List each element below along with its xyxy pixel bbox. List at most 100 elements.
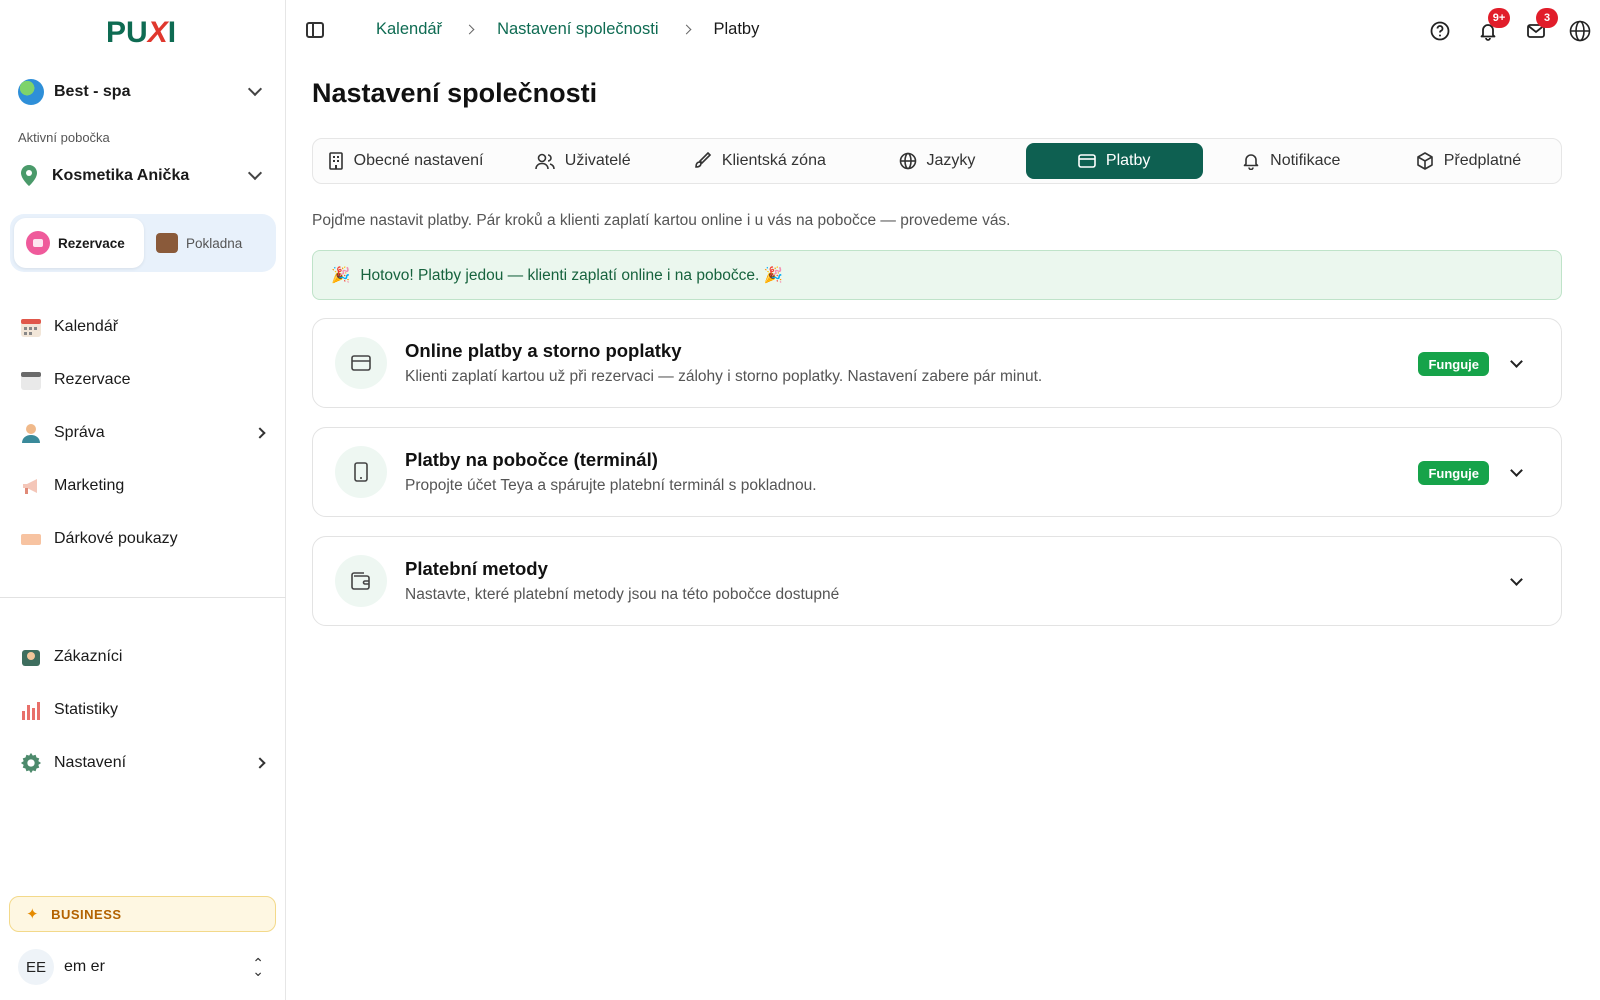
breadcrumb-current: Platby [713, 20, 760, 38]
topbar: Kalendář Nastavení společnosti Platby 9+… [286, 0, 1600, 62]
chevron-down-icon[interactable] [1510, 355, 1523, 368]
breadcrumb: Kalendář Nastavení společnosti Platby [376, 20, 759, 39]
building-icon [328, 152, 343, 170]
card-platebni-metody[interactable]: Platební metody Nastavte, které platební… [312, 536, 1562, 626]
settings-tabs: Obecné nastavení Uživatelé Klientská zón… [312, 138, 1562, 184]
branch-label: Aktivní pobočka [18, 130, 110, 145]
user-name: em er [64, 958, 105, 975]
nav-label: Statistiky [54, 700, 119, 718]
reservation-mode-icon [26, 231, 50, 255]
chevron-up-down-icon: ⌃ ⌄ [252, 955, 264, 979]
nav-label: Nastavení [54, 753, 127, 771]
card-text: Platby na pobočce (terminál) Propojte úč… [405, 449, 817, 495]
party-popper-icon: 🎉 [331, 266, 351, 284]
puxi-logo[interactable]: PUXI [106, 16, 176, 50]
sidebar-divider [0, 597, 286, 598]
tab-platby[interactable]: Platby [1025, 143, 1203, 179]
nav-item-rezervace[interactable]: Rezervace [0, 353, 286, 406]
chevron-down-icon[interactable] [1510, 573, 1523, 586]
calendar-icon [21, 318, 41, 337]
sidebar-toggle-icon[interactable] [306, 22, 324, 38]
stats-icon [22, 701, 40, 720]
notifications-button[interactable]: 9+ [1464, 8, 1512, 46]
branch-name: Kosmetika Anička [52, 167, 190, 184]
nav-label: Kalendář [54, 317, 119, 335]
mode-label: Pokladna [186, 235, 243, 251]
customers-icon [22, 649, 40, 666]
mode-switch: Rezervace Pokladna [10, 214, 276, 272]
nav-item-nastaveni[interactable]: Nastavení [0, 736, 286, 789]
success-text: Hotovo! Platby jedou — klienti zaplatí o… [360, 266, 783, 284]
notifications-badge: 9+ [1488, 8, 1510, 28]
users-icon [534, 153, 555, 170]
success-banner: 🎉 Hotovo! Platby jedou — klienti zaplatí… [312, 250, 1562, 300]
language-button[interactable] [1560, 16, 1600, 46]
tab-jazyky[interactable]: Jazyky [848, 143, 1025, 179]
globe-icon [899, 152, 916, 170]
wallet-mode-icon [156, 233, 178, 253]
nav-label: Zákazníci [54, 647, 123, 665]
card-text: Online platby a storno poplatky Klienti … [405, 340, 1042, 386]
chevron-right-icon [681, 24, 691, 35]
nav-item-zakaznici[interactable]: Zákazníci [0, 630, 286, 683]
card-online-platby[interactable]: Online platby a storno poplatky Klienti … [312, 318, 1562, 408]
nav-label: Rezervace [54, 370, 131, 388]
breadcrumb-link[interactable]: Nastavení společnosti [497, 20, 658, 39]
card-description: Propojte účet Teya a spárujte platební t… [405, 477, 817, 494]
page-title: Nastavení společnosti [312, 78, 598, 108]
tab-label: Klientská zóna [721, 152, 826, 169]
map-pin-icon [21, 165, 37, 186]
status-badge: Funguje [1418, 461, 1489, 485]
chevron-down-icon[interactable] [1510, 464, 1523, 477]
breadcrumb-link[interactable]: Kalendář [376, 20, 442, 39]
megaphone-icon [23, 478, 37, 494]
voucher-icon [21, 533, 41, 545]
chevron-right-icon [464, 24, 475, 35]
card-title: Online platby a storno poplatky [405, 340, 682, 361]
help-icon [1430, 21, 1450, 41]
nav-item-sprava[interactable]: Správa [0, 406, 286, 459]
reservation-icon [21, 371, 41, 390]
tab-label: Jazyky [926, 152, 976, 169]
nav-label: Marketing [54, 476, 125, 494]
tab-uzivatele[interactable]: Uživatelé [494, 143, 671, 179]
gear-icon [20, 752, 42, 773]
chevron-right-icon [254, 426, 266, 439]
tab-obecne-nastaveni[interactable]: Obecné nastavení [317, 143, 494, 179]
sidebar: PUXI Best - spa Aktivní pobočka Kosmetik… [0, 0, 286, 1000]
globe-icon [1569, 20, 1591, 42]
tab-label: Notifikace [1270, 152, 1341, 169]
card-title: Platby na pobočce (terminál) [405, 449, 658, 470]
status-badge: Funguje [1418, 352, 1489, 376]
wallet-icon [335, 555, 387, 607]
secondary-nav: Zákazníci Statistiky Nastavení [0, 630, 286, 789]
nav-item-kalendar[interactable]: Kalendář [0, 300, 286, 353]
mode-pokladna[interactable]: Pokladna [144, 218, 254, 268]
mode-rezervace[interactable]: Rezervace [14, 218, 144, 268]
organization-select[interactable]: Best - spa [18, 74, 268, 110]
messages-button[interactable]: 3 [1512, 8, 1560, 46]
plan-badge[interactable]: ✦ BUSINESS [9, 896, 276, 932]
tab-predplatne[interactable]: Předplatné [1380, 143, 1557, 179]
intro-text: Pojďme nastavit platby. Pár kroků a klie… [312, 212, 1011, 229]
nav-item-darkove-poukazy[interactable]: Dárkové poukazy [0, 512, 286, 565]
branch-select[interactable]: Kosmetika Anička [18, 158, 268, 194]
sparkle-icon: ✦ [26, 906, 40, 923]
help-button[interactable] [1416, 16, 1464, 46]
nav-item-statistiky[interactable]: Statistiky [0, 683, 286, 736]
nav-label: Dárkové poukazy [54, 529, 178, 547]
nav-item-marketing[interactable]: Marketing [0, 459, 286, 512]
card-platby-na-pobocce[interactable]: Platby na pobočce (terminál) Propojte úč… [312, 427, 1562, 517]
user-menu[interactable]: EE em er ⌃ ⌄ [18, 948, 270, 986]
avatar: EE [18, 949, 54, 985]
tab-klientska-zona[interactable]: Klientská zóna [671, 143, 848, 179]
chevron-right-icon [254, 756, 266, 769]
person-icon [22, 423, 40, 443]
card-description: Nastavte, které platební metody jsou na … [405, 586, 840, 603]
chevron-down-icon [247, 81, 263, 97]
tab-notifikace[interactable]: Notifikace [1203, 143, 1380, 179]
tab-label: Platby [1105, 152, 1151, 169]
tab-label: Obecné nastavení [353, 152, 484, 169]
tab-label: Předplatné [1443, 152, 1522, 169]
tablet-icon [335, 446, 387, 498]
